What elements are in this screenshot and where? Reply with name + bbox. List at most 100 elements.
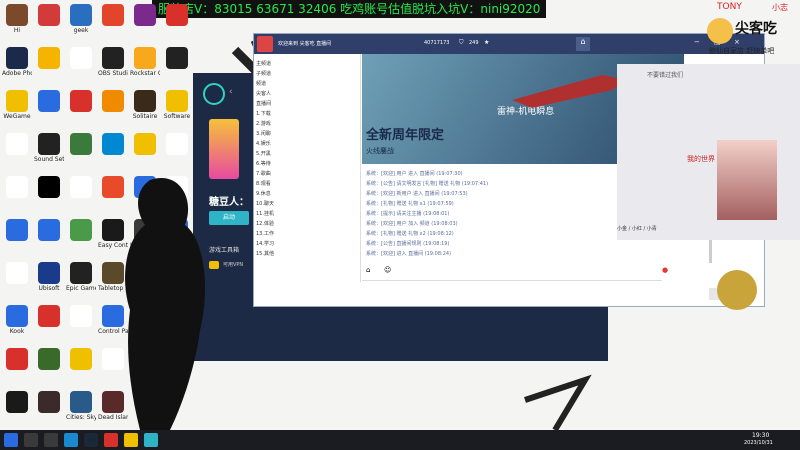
weapon-image xyxy=(512,75,627,108)
channel-item[interactable]: 7.歌曲 xyxy=(256,170,356,179)
desktop-icon[interactable] xyxy=(34,303,64,347)
desktop-icon[interactable] xyxy=(2,260,32,304)
desktop-icon-label: Ubisoft xyxy=(38,285,60,292)
desktop-icon[interactable] xyxy=(34,346,64,390)
desktop-icon-label: Epic Games Launcher xyxy=(66,285,96,292)
webcam-person-silhouette xyxy=(125,178,205,430)
channel-item[interactable]: 11.挂机 xyxy=(256,210,356,219)
desktop-icon[interactable]: Adobe Photoshop xyxy=(2,45,32,89)
home-icon[interactable]: ⌂ xyxy=(576,37,590,51)
desktop-icon[interactable] xyxy=(66,88,96,132)
channel-item[interactable]: 13.工作 xyxy=(256,230,356,239)
search-icon[interactable] xyxy=(24,433,38,447)
desktop-icon[interactable] xyxy=(2,131,32,175)
desktop-icon-image xyxy=(102,90,124,112)
desktop-icon-image xyxy=(134,4,156,26)
desktop-icon[interactable]: Ubisoft xyxy=(34,260,64,304)
desktop-icon[interactable] xyxy=(34,389,64,433)
desktop-icon-image xyxy=(70,133,92,155)
vpn-tool-label[interactable]: 可用VPN xyxy=(223,261,243,268)
desktop-icon[interactable]: Sound Settings xyxy=(34,131,64,175)
desktop-icon[interactable]: geek xyxy=(66,2,96,46)
desktop-icon[interactable]: Hi xyxy=(2,2,32,46)
app-taskbar-icon[interactable] xyxy=(144,433,158,447)
desktop-icon[interactable] xyxy=(66,131,96,175)
desktop-icon[interactable] xyxy=(130,2,160,46)
desktop-icon-image xyxy=(102,133,124,155)
star-icon[interactable]: ★ xyxy=(484,39,489,46)
emoji-icon[interactable]: ☺ xyxy=(384,266,391,274)
desktop-icon[interactable] xyxy=(162,2,192,46)
taskbar: 19:30 2023/10/31 xyxy=(0,430,800,450)
desktop-icon[interactable] xyxy=(2,389,32,433)
desktop-icon[interactable] xyxy=(34,45,64,89)
desktop-icon-image xyxy=(134,90,156,112)
channel-item[interactable]: 9.休息 xyxy=(256,190,356,199)
steam-taskbar-icon[interactable] xyxy=(84,433,98,447)
mic-icon[interactable]: ● xyxy=(662,266,668,274)
edge-icon[interactable] xyxy=(64,433,78,447)
desktop-icon[interactable]: Epic Games Launcher xyxy=(66,260,96,304)
desktop-icon[interactable] xyxy=(34,88,64,132)
desktop-icon[interactable] xyxy=(162,45,192,89)
desktop-icon[interactable] xyxy=(2,346,32,390)
desktop-icon-label: Cities: Skylines 2 xyxy=(66,414,96,421)
chat-input[interactable] xyxy=(362,280,662,301)
channel-item[interactable]: 直播间 xyxy=(256,100,356,109)
channel-item[interactable]: 12.体验 xyxy=(256,220,356,229)
channel-item[interactable]: 子频道 xyxy=(256,70,356,79)
start-button-icon[interactable] xyxy=(4,433,18,447)
desktop-icon[interactable] xyxy=(98,131,128,175)
desktop-icon[interactable]: Solitaire xyxy=(130,88,160,132)
desktop-icon[interactable] xyxy=(34,217,64,261)
channel-item[interactable]: 尖客人 xyxy=(256,90,356,99)
channel-item[interactable]: 1.下载 xyxy=(256,110,356,119)
channel-item[interactable]: 5.开黑 xyxy=(256,150,356,159)
desktop-icon[interactable]: Kook xyxy=(2,303,32,347)
gamepad-icon[interactable]: ⌂ xyxy=(366,266,370,274)
channel-item[interactable]: 6.等待 xyxy=(256,160,356,169)
desktop-icon[interactable] xyxy=(98,88,128,132)
desktop-icon-image xyxy=(70,90,92,112)
channel-item[interactable]: 8.观看 xyxy=(256,180,356,189)
desktop-icon[interactable]: Software xyxy=(162,88,192,132)
desktop-icon[interactable]: OBS Studio xyxy=(98,45,128,89)
desktop-icon-label: Software xyxy=(163,113,191,120)
desktop-icon-image xyxy=(6,305,28,327)
channel-item[interactable]: 10.聊天 xyxy=(256,200,356,209)
yy-taskbar-icon[interactable] xyxy=(124,433,138,447)
desktop-icon[interactable] xyxy=(130,131,160,175)
channel-item[interactable]: 15.其他 xyxy=(256,250,356,259)
desktop-icon-image xyxy=(166,90,188,112)
channel-item[interactable]: 2.游戏 xyxy=(256,120,356,129)
desktop-icon[interactable]: Rockstar Games xyxy=(130,45,160,89)
launcher-back-icon[interactable]: ‹ xyxy=(229,87,239,97)
desktop-icon-label: Hi xyxy=(13,27,21,34)
desktop-icon[interactable]: WeGame xyxy=(2,88,32,132)
desktop-icon-label: geek xyxy=(73,27,89,34)
channel-item[interactable]: 频道 xyxy=(256,80,356,89)
desktop-icon-label: WeGame xyxy=(3,113,31,120)
desktop-icon[interactable] xyxy=(66,217,96,261)
desktop-icon[interactable] xyxy=(66,346,96,390)
channel-item[interactable]: 4.娱乐 xyxy=(256,140,356,149)
desktop-icon[interactable] xyxy=(162,131,192,175)
desktop-icon[interactable] xyxy=(2,174,32,218)
chrome-taskbar-icon[interactable] xyxy=(104,433,118,447)
launcher-logo-icon[interactable] xyxy=(203,83,225,105)
desktop-icon[interactable] xyxy=(2,217,32,261)
channel-item[interactable]: 主频道 xyxy=(256,60,356,69)
channel-item[interactable]: 14.学习 xyxy=(256,240,356,249)
taskview-icon[interactable] xyxy=(44,433,58,447)
desktop-icon-image xyxy=(70,391,92,413)
desktop-icon[interactable]: Cities: Skylines 2 xyxy=(66,389,96,433)
desktop-icon[interactable] xyxy=(66,45,96,89)
desktop-icon[interactable] xyxy=(34,2,64,46)
desktop-icon[interactable] xyxy=(98,2,128,46)
avatar[interactable] xyxy=(257,36,273,52)
desktop-icon[interactable] xyxy=(66,303,96,347)
desktop-icon[interactable] xyxy=(34,174,64,218)
channel-item[interactable]: 3.闲聊 xyxy=(256,130,356,139)
desktop-icon[interactable] xyxy=(66,174,96,218)
desktop-icon-image xyxy=(38,348,60,370)
